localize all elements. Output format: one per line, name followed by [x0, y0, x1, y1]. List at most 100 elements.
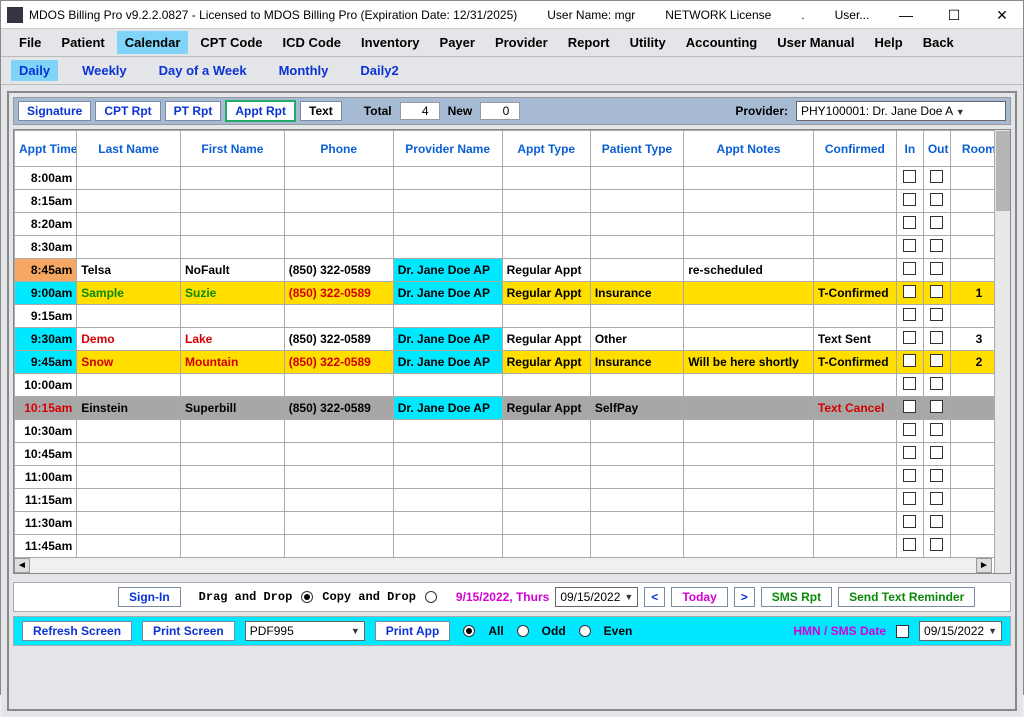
in-checkbox[interactable]	[903, 308, 916, 321]
column-header-out[interactable]: Out	[923, 131, 950, 167]
out-checkbox[interactable]	[930, 354, 943, 367]
drag-drop-radio[interactable]	[301, 591, 313, 603]
submenu-weekly[interactable]: Weekly	[74, 60, 135, 81]
signature-button[interactable]: Signature	[18, 101, 91, 121]
menu-payer[interactable]: Payer	[432, 31, 483, 54]
in-checkbox[interactable]	[903, 239, 916, 252]
out-checkbox[interactable]	[930, 331, 943, 344]
prev-day-button[interactable]: <	[644, 587, 665, 607]
sms-rpt-button[interactable]: SMS Rpt	[761, 587, 832, 607]
table-row[interactable]: 9:15am	[15, 305, 1008, 328]
out-checkbox[interactable]	[930, 538, 943, 551]
out-checkbox[interactable]	[930, 193, 943, 206]
date-picker[interactable]: 09/15/2022▼	[555, 587, 638, 607]
sign-in-button[interactable]: Sign-In	[118, 587, 181, 607]
today-button[interactable]: Today	[671, 587, 727, 607]
copy-drop-radio[interactable]	[425, 591, 437, 603]
submenu-daily2[interactable]: Daily2	[352, 60, 406, 81]
menu-utility[interactable]: Utility	[622, 31, 674, 54]
column-header-first[interactable]: First Name	[181, 131, 285, 167]
table-row[interactable]: 10:45am	[15, 443, 1008, 466]
sms-date-checkbox[interactable]	[896, 625, 909, 638]
table-row[interactable]: 10:30am	[15, 420, 1008, 443]
out-checkbox[interactable]	[930, 216, 943, 229]
submenu-daily[interactable]: Daily	[11, 60, 58, 81]
in-checkbox[interactable]	[903, 423, 916, 436]
in-checkbox[interactable]	[903, 538, 916, 551]
in-checkbox[interactable]	[903, 400, 916, 413]
column-header-in[interactable]: In	[896, 131, 923, 167]
close-button[interactable]: ✕	[987, 4, 1017, 26]
in-checkbox[interactable]	[903, 216, 916, 229]
menu-report[interactable]: Report	[560, 31, 618, 54]
column-header-last[interactable]: Last Name	[77, 131, 181, 167]
menu-file[interactable]: File	[11, 31, 49, 54]
menu-calendar[interactable]: Calendar	[117, 31, 189, 54]
text-button[interactable]: Text	[300, 101, 342, 121]
print-app-button[interactable]: Print App	[375, 621, 451, 641]
cpt-rpt-button[interactable]: CPT Rpt	[95, 101, 160, 121]
out-checkbox[interactable]	[930, 285, 943, 298]
submenu-day-of-a-week[interactable]: Day of a Week	[151, 60, 255, 81]
menu-user-manual[interactable]: User Manual	[769, 31, 862, 54]
user-menu[interactable]: User...	[835, 8, 870, 22]
in-checkbox[interactable]	[903, 262, 916, 275]
out-checkbox[interactable]	[930, 262, 943, 275]
table-row[interactable]: 8:30am	[15, 236, 1008, 259]
out-checkbox[interactable]	[930, 515, 943, 528]
provider-select[interactable]: PHY100001: Dr. Jane Doe A ▼	[796, 101, 1006, 121]
out-checkbox[interactable]	[930, 400, 943, 413]
menu-icd-code[interactable]: ICD Code	[275, 31, 350, 54]
column-header-conf[interactable]: Confirmed	[813, 131, 896, 167]
all-radio[interactable]	[463, 625, 475, 637]
table-row[interactable]: 8:15am	[15, 190, 1008, 213]
menu-back[interactable]: Back	[915, 31, 962, 54]
menu-cpt-code[interactable]: CPT Code	[192, 31, 270, 54]
in-checkbox[interactable]	[903, 170, 916, 183]
in-checkbox[interactable]	[903, 331, 916, 344]
print-screen-button[interactable]: Print Screen	[142, 621, 235, 641]
column-header-phone[interactable]: Phone	[284, 131, 393, 167]
printer-select[interactable]: PDF995▼	[245, 621, 365, 641]
menu-inventory[interactable]: Inventory	[353, 31, 428, 54]
minimize-button[interactable]: —	[891, 4, 921, 26]
table-row[interactable]: 8:00am	[15, 167, 1008, 190]
in-checkbox[interactable]	[903, 492, 916, 505]
table-row[interactable]: 11:30am	[15, 512, 1008, 535]
table-row[interactable]: 9:45amSnowMountain(850) 322-0589Dr. Jane…	[15, 351, 1008, 374]
submenu-monthly[interactable]: Monthly	[271, 60, 337, 81]
out-checkbox[interactable]	[930, 308, 943, 321]
horizontal-scrollbar[interactable]: ◄►	[14, 557, 992, 573]
out-checkbox[interactable]	[930, 492, 943, 505]
pt-rpt-button[interactable]: PT Rpt	[165, 101, 222, 121]
table-row[interactable]: 8:20am	[15, 213, 1008, 236]
menu-accounting[interactable]: Accounting	[678, 31, 766, 54]
in-checkbox[interactable]	[903, 469, 916, 482]
in-checkbox[interactable]	[903, 446, 916, 459]
out-checkbox[interactable]	[930, 423, 943, 436]
maximize-button[interactable]: ☐	[939, 4, 969, 26]
table-row[interactable]: 9:00amSampleSuzie(850) 322-0589Dr. Jane …	[15, 282, 1008, 305]
menu-patient[interactable]: Patient	[53, 31, 112, 54]
table-row[interactable]: 10:15amEinsteinSuperbill(850) 322-0589Dr…	[15, 397, 1008, 420]
column-header-notes[interactable]: Appt Notes	[684, 131, 814, 167]
appt-rpt-button[interactable]: Appt Rpt	[225, 100, 296, 122]
table-row[interactable]: 10:00am	[15, 374, 1008, 397]
table-row[interactable]: 11:45am	[15, 535, 1008, 558]
column-header-atype[interactable]: Appt Type	[502, 131, 590, 167]
out-checkbox[interactable]	[930, 239, 943, 252]
column-header-ptype[interactable]: Patient Type	[590, 131, 683, 167]
out-checkbox[interactable]	[930, 469, 943, 482]
column-header-prov[interactable]: Provider Name	[393, 131, 502, 167]
in-checkbox[interactable]	[903, 285, 916, 298]
column-header-time[interactable]: Appt Time	[15, 131, 77, 167]
vertical-scrollbar[interactable]	[994, 130, 1010, 573]
table-row[interactable]: 8:45amTelsaNoFault(850) 322-0589Dr. Jane…	[15, 259, 1008, 282]
odd-radio[interactable]	[517, 625, 529, 637]
in-checkbox[interactable]	[903, 354, 916, 367]
table-row[interactable]: 9:30amDemoLake(850) 322-0589Dr. Jane Doe…	[15, 328, 1008, 351]
in-checkbox[interactable]	[903, 377, 916, 390]
out-checkbox[interactable]	[930, 170, 943, 183]
out-checkbox[interactable]	[930, 446, 943, 459]
table-row[interactable]: 11:00am	[15, 466, 1008, 489]
